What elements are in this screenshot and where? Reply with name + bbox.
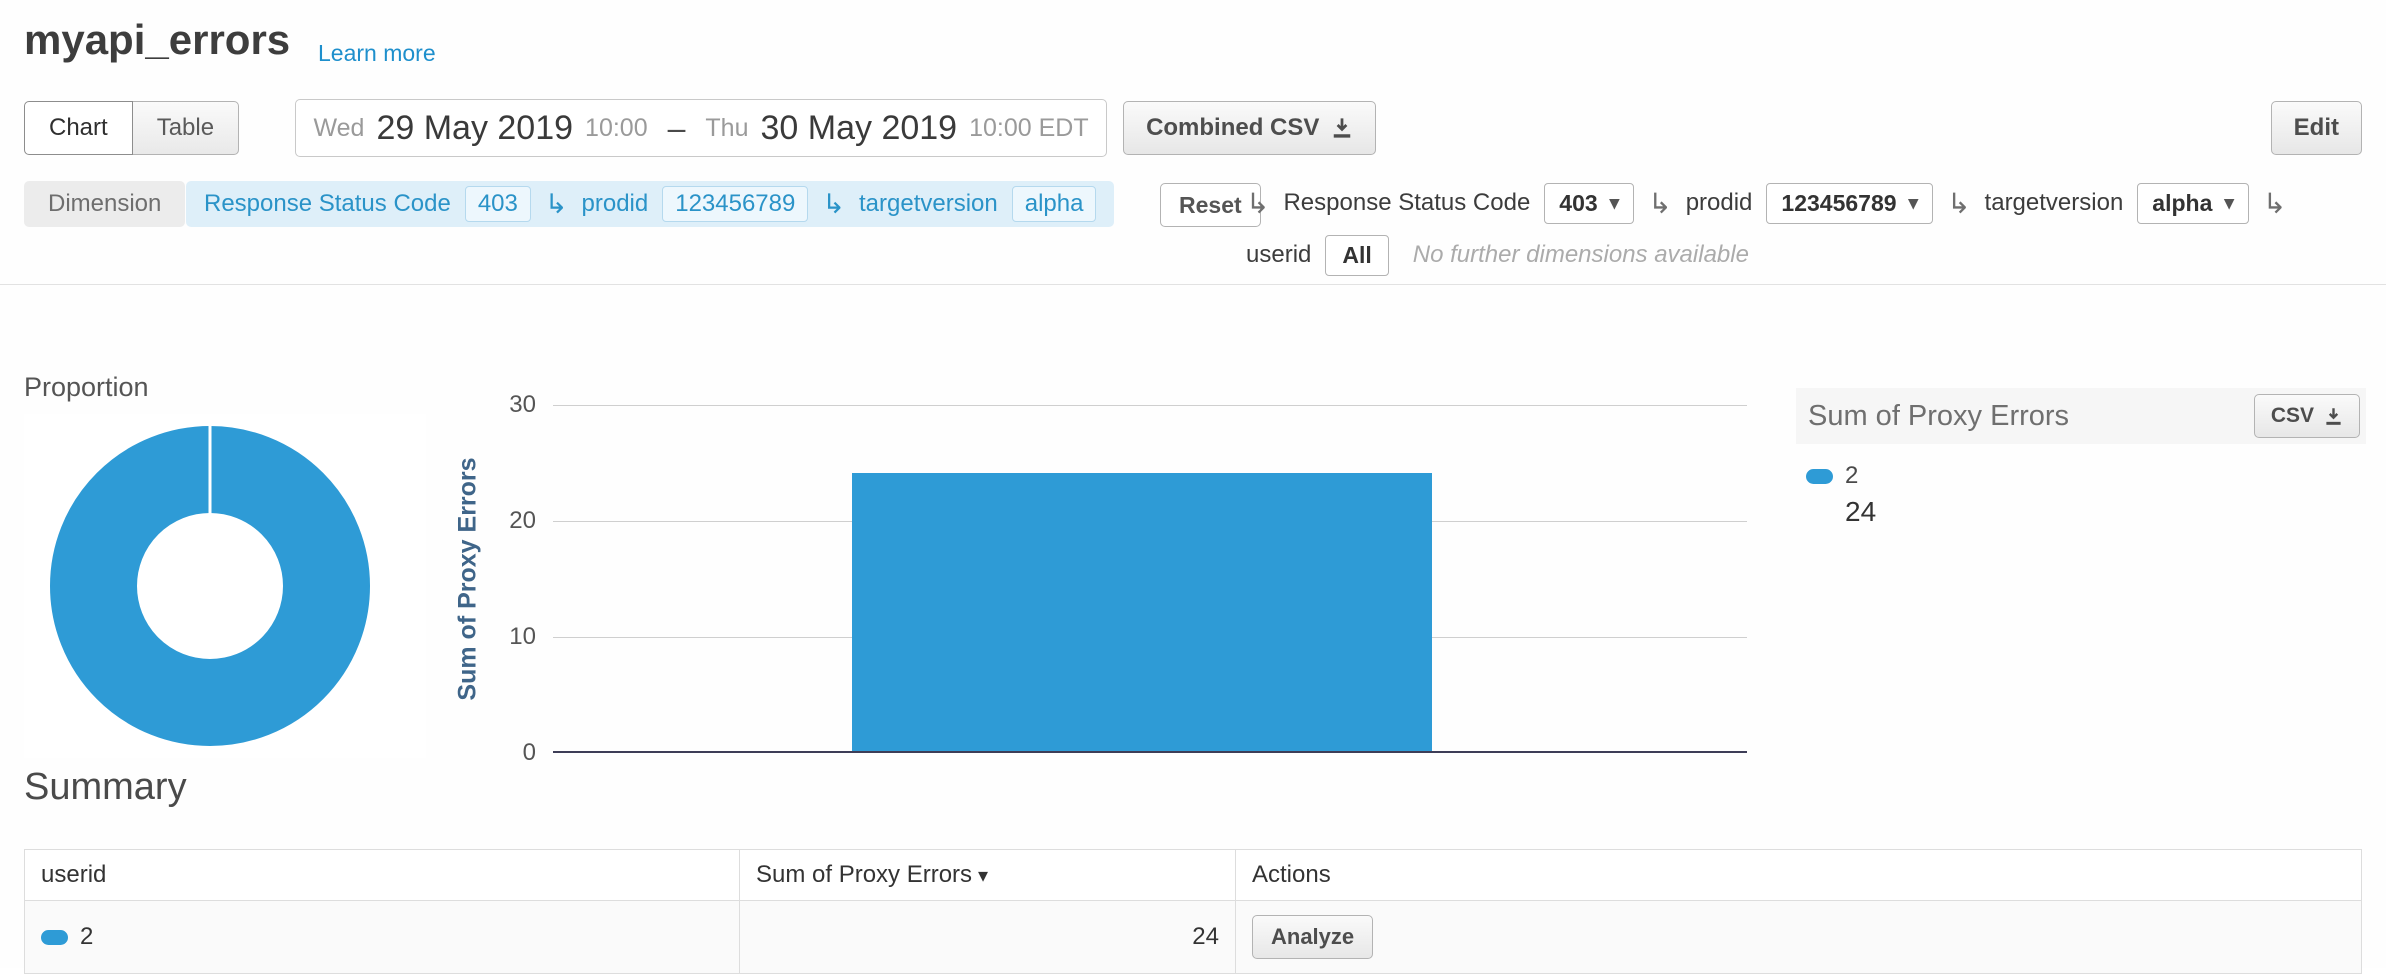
breadcrumb-dimension-name: prodid bbox=[582, 190, 649, 218]
chart-view-button[interactable]: Chart bbox=[24, 101, 133, 155]
date-start-dow: Wed bbox=[314, 114, 365, 143]
drilldown-line-2: userid All No further dimensions availab… bbox=[1246, 232, 2370, 278]
breadcrumb-dimension-value: 403 bbox=[465, 186, 531, 222]
legend-title: Sum of Proxy Errors bbox=[1808, 400, 2069, 433]
legend-header: Sum of Proxy Errors CSV bbox=[1796, 388, 2366, 444]
drill-arrow-icon: ↳ bbox=[1246, 187, 1269, 220]
breadcrumb-dimension-name: targetversion bbox=[859, 190, 998, 218]
userid-all-selector[interactable]: All bbox=[1325, 235, 1388, 276]
y-axis-title: Sum of Proxy Errors bbox=[454, 457, 483, 700]
breadcrumb-dimension-name: Response Status Code bbox=[204, 190, 451, 218]
download-icon bbox=[2324, 407, 2343, 426]
toolbar: Chart Table Wed 29 May 2019 10:00 – Thu … bbox=[24, 98, 2362, 158]
section-divider bbox=[0, 284, 2386, 285]
y-tick-label: 0 bbox=[472, 739, 536, 767]
edit-button[interactable]: Edit bbox=[2271, 101, 2362, 155]
date-end-date: 30 May 2019 bbox=[761, 109, 958, 148]
date-range-picker[interactable]: Wed 29 May 2019 10:00 – Thu 30 May 2019 … bbox=[295, 99, 1107, 157]
date-range-separator: – bbox=[668, 110, 686, 147]
dimension-breadcrumb: Response Status Code 403 ↳ prodid 123456… bbox=[186, 181, 1114, 227]
drill-arrow-icon: ↳ bbox=[1648, 187, 1671, 220]
analyze-button[interactable]: Analyze bbox=[1252, 915, 1373, 959]
chevron-down-icon: ▾ bbox=[1909, 192, 1919, 215]
drilldown-dimension-name: userid bbox=[1246, 241, 1311, 269]
cell-actions: Analyze bbox=[1236, 901, 2362, 974]
chevron-down-icon: ▾ bbox=[1610, 192, 1620, 215]
y-tick-label: 10 bbox=[472, 623, 536, 651]
table-row: 2 24 Analyze bbox=[25, 901, 2362, 974]
legend-item-label: 2 bbox=[1845, 462, 1858, 490]
learn-more-link[interactable]: Learn more bbox=[318, 40, 436, 67]
csv-label: CSV bbox=[2271, 404, 2314, 428]
drill-arrow-icon: ↳ bbox=[2263, 187, 2286, 220]
drilldown-panel: ↳ Response Status Code 403 ▾ ↳ prodid 12… bbox=[1246, 180, 2370, 278]
drilldown-dimension-name: targetversion bbox=[1985, 189, 2124, 217]
no-more-dimensions-note: No further dimensions available bbox=[1413, 241, 1749, 269]
dimension-label: Dimension bbox=[24, 181, 185, 227]
legend-panel: Sum of Proxy Errors CSV 2 24 bbox=[1796, 388, 2366, 528]
combined-csv-label: Combined CSV bbox=[1146, 114, 1319, 142]
breadcrumb-dimension-value: 123456789 bbox=[662, 186, 808, 222]
proportion-donut-chart bbox=[24, 414, 426, 758]
table-view-button[interactable]: Table bbox=[132, 101, 239, 155]
bar-chart-plot-area bbox=[553, 405, 1747, 753]
drilldown-select-prodid[interactable]: 123456789 ▾ bbox=[1766, 183, 1933, 224]
column-header-actions: Actions bbox=[1236, 850, 2362, 901]
custom-report-page: myapi_errors Learn more Chart Table Wed … bbox=[0, 0, 2386, 968]
summary-table: userid Sum of Proxy Errors▾ Actions 2 24… bbox=[24, 849, 2362, 974]
sort-desc-icon: ▾ bbox=[978, 865, 988, 887]
combined-csv-button[interactable]: Combined CSV bbox=[1123, 101, 1376, 155]
drilldown-dimension-name: prodid bbox=[1686, 189, 1753, 217]
drilldown-line-1: ↳ Response Status Code 403 ▾ ↳ prodid 12… bbox=[1246, 180, 2370, 226]
download-icon bbox=[1331, 117, 1353, 139]
summary-title: Summary bbox=[24, 766, 187, 809]
legend-item-value: 24 bbox=[1845, 496, 2366, 528]
drilldown-dimension-name: Response Status Code bbox=[1283, 189, 1530, 217]
drilldown-select-status-code[interactable]: 403 ▾ bbox=[1544, 183, 1634, 224]
date-start-date: 29 May 2019 bbox=[376, 109, 573, 148]
proportion-title: Proportion bbox=[24, 372, 149, 403]
cell-userid: 2 bbox=[25, 901, 740, 974]
legend-swatch-icon bbox=[1806, 469, 1833, 484]
page-title: myapi_errors bbox=[24, 16, 290, 64]
chevron-down-icon: ▾ bbox=[2224, 192, 2234, 215]
csv-button[interactable]: CSV bbox=[2254, 394, 2360, 438]
drilldown-select-targetversion[interactable]: alpha ▾ bbox=[2137, 183, 2249, 224]
breadcrumb-dimension-value: alpha bbox=[1012, 186, 1097, 222]
date-end-dow: Thu bbox=[705, 114, 748, 143]
drill-arrow-icon: ↳ bbox=[1947, 187, 1970, 220]
y-tick-label: 20 bbox=[472, 507, 536, 535]
date-end-time: 10:00 EDT bbox=[969, 114, 1089, 143]
column-header-userid[interactable]: userid bbox=[25, 850, 740, 901]
column-header-sum[interactable]: Sum of Proxy Errors▾ bbox=[740, 850, 1236, 901]
y-tick-label: 30 bbox=[472, 391, 536, 419]
legend-item: 2 bbox=[1806, 462, 2366, 490]
x-axis-line bbox=[553, 751, 1747, 753]
gridline bbox=[553, 405, 1747, 406]
series-swatch-icon bbox=[41, 930, 68, 945]
date-start-time: 10:00 bbox=[585, 114, 648, 143]
summary-header-row: userid Sum of Proxy Errors▾ Actions bbox=[25, 850, 2362, 901]
drill-arrow-icon: ↳ bbox=[545, 189, 568, 220]
bar[interactable] bbox=[852, 473, 1432, 751]
drill-arrow-icon: ↳ bbox=[822, 189, 845, 220]
cell-sum: 24 bbox=[740, 901, 1236, 974]
view-toggle: Chart Table bbox=[24, 101, 239, 155]
